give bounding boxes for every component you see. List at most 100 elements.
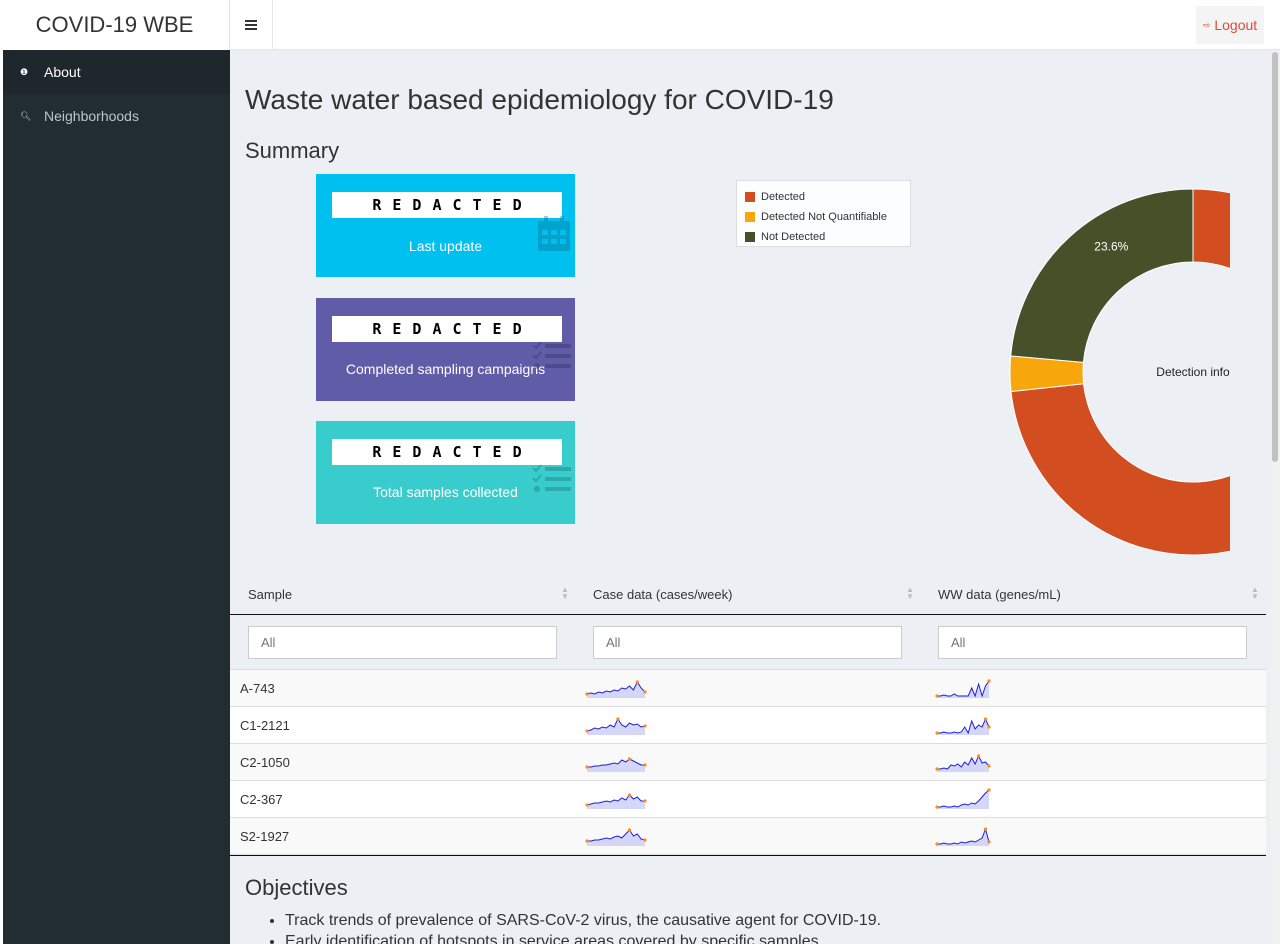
sparkline-marker xyxy=(987,840,991,844)
sparkline-marker xyxy=(627,793,632,797)
sampling-campaigns-box: REDACTED Completed sampling campaigns xyxy=(316,298,575,401)
ww-data-sparkline xyxy=(935,788,991,809)
sample-name: S2-1927 xyxy=(240,829,290,844)
sparkline-marker xyxy=(643,838,647,842)
calendar-icon xyxy=(538,216,570,251)
legend-swatch xyxy=(745,232,755,242)
last-update-value: REDACTED xyxy=(332,192,562,218)
search-icon: 🔍︎ xyxy=(20,110,32,121)
case-data-sparkline xyxy=(585,680,647,698)
sparkline-area xyxy=(587,719,645,735)
info-icon: ❶ xyxy=(20,66,29,77)
legend-item[interactable]: Not Detected xyxy=(745,227,902,247)
sparkline-marker xyxy=(643,690,647,694)
table-row[interactable]: S2-1927 xyxy=(230,818,1266,855)
logout-label: Logout xyxy=(1214,17,1258,33)
sparkline-marker xyxy=(635,680,639,684)
column-header-case-data[interactable]: Case data (cases/week) xyxy=(593,587,732,602)
sparkline-marker xyxy=(643,763,647,767)
last-update-box: REDACTED Last update xyxy=(316,174,575,277)
case-data-sparkline xyxy=(585,757,647,772)
sparkline-marker xyxy=(585,803,589,807)
sample-filter-input[interactable] xyxy=(248,626,557,659)
sparkline-marker xyxy=(935,731,939,735)
filter-row xyxy=(230,615,1266,670)
tasks-icon xyxy=(533,341,571,369)
legend-swatch xyxy=(745,212,755,222)
sample-name: C1-2121 xyxy=(240,718,290,733)
sparkline-marker xyxy=(983,827,988,831)
sparkline-marker xyxy=(977,754,981,758)
table-header: Sample ▲ ▼ Case data (cases/week) ▲ ▼ WW d… xyxy=(230,572,1266,615)
total-samples-box: REDACTED Total samples collected xyxy=(316,421,575,524)
table-body: A-743 C1-2121 C2-1050 C2-367 S2-1927 xyxy=(230,670,1266,856)
sparkline-marker xyxy=(616,717,620,721)
objectives-title: Objectives xyxy=(245,875,348,900)
column-header-ww-data[interactable]: WW data (genes/mL) xyxy=(938,587,1061,602)
sparkline-marker xyxy=(627,828,632,832)
legend-label: Detected Not Quantifiable xyxy=(761,211,887,223)
sign-out-icon: ⇨ xyxy=(1202,19,1211,30)
sample-name: C2-367 xyxy=(240,792,283,807)
logout-button[interactable]: ⇨ Logout xyxy=(1196,6,1264,44)
table-row[interactable]: C1-2121 xyxy=(230,707,1266,744)
samples-table: Sample ▲ ▼ Case data (cases/week) ▲ ▼ WW d… xyxy=(230,572,1266,856)
sort-icon[interactable]: ▲ ▼ xyxy=(906,586,914,601)
summary-title: Summary xyxy=(245,138,340,163)
table-row[interactable]: C2-367 xyxy=(230,781,1266,818)
table-row[interactable]: A-743 xyxy=(230,670,1266,707)
sparkline-marker xyxy=(935,767,939,771)
column-header-sample[interactable]: Sample xyxy=(248,587,292,602)
case-data-filter-input[interactable] xyxy=(593,626,902,659)
sparkline-marker xyxy=(627,757,632,761)
sparkline-marker xyxy=(643,724,647,728)
ww-data-sparkline xyxy=(935,717,991,735)
sparkline-marker xyxy=(643,799,647,803)
sample-name: C2-1050 xyxy=(240,755,290,770)
sparkline-area xyxy=(587,830,645,846)
sparkline-marker xyxy=(987,764,991,768)
legend-item[interactable]: Detected Not Quantifiable xyxy=(745,207,902,227)
case-data-sparkline xyxy=(585,717,647,735)
legend-label: Not Detected xyxy=(761,231,826,243)
slice-label: 23.6% xyxy=(1094,239,1128,253)
sparkline-marker xyxy=(987,725,991,729)
sidebar-item-label: About xyxy=(44,64,81,80)
objective-item: Early identification of hotspots in serv… xyxy=(285,933,881,944)
page-scrollbar[interactable] xyxy=(1270,50,1280,944)
sparkline-marker xyxy=(935,805,939,809)
objectives-list: Track trends of prevalence of SARS-CoV-2… xyxy=(285,912,881,944)
sparkline-marker xyxy=(585,692,589,696)
sidebar-item-label: Neighborhoods xyxy=(44,108,139,124)
donut-slice[interactable] xyxy=(1010,188,1194,363)
hamburger-icon xyxy=(245,20,257,30)
detection-donut-chart: 73.3%23.6%Detection info Detected Detect… xyxy=(730,172,1270,562)
ww-data-sparkline xyxy=(935,827,991,846)
app-logo[interactable]: COVID-19 WBE xyxy=(0,0,230,50)
ww-data-sparkline xyxy=(935,754,991,772)
legend-swatch xyxy=(745,192,755,202)
donut-center-label: Detection info xyxy=(1156,365,1230,379)
sparkline-marker xyxy=(585,765,589,769)
ww-data-filter-input[interactable] xyxy=(938,626,1247,659)
case-data-sparkline xyxy=(585,828,647,846)
sidebar-toggle-button[interactable] xyxy=(230,0,273,50)
objective-item: Track trends of prevalence of SARS-CoV-2… xyxy=(285,912,881,930)
total-samples-value: REDACTED xyxy=(332,439,562,465)
sidebar: ❶ About 🔍︎ Neighborhoods xyxy=(0,50,230,944)
sparkline-marker xyxy=(987,679,991,683)
page-title: Waste water based epidemiology for COVID… xyxy=(245,84,834,115)
sample-name: A-743 xyxy=(240,681,275,696)
sort-icon[interactable]: ▲ ▼ xyxy=(1251,586,1259,601)
legend-item[interactable]: Detected xyxy=(745,187,902,207)
legend-label: Detected xyxy=(761,191,806,203)
scrollbar-thumb[interactable] xyxy=(1272,52,1278,462)
case-data-sparkline xyxy=(585,793,647,809)
sparkline-line xyxy=(937,680,990,698)
main-content: Waste water based epidemiology for COVID… xyxy=(230,50,1270,944)
sparkline-marker xyxy=(585,729,589,733)
table-row[interactable]: C2-1050 xyxy=(230,744,1266,781)
sidebar-item-neighborhoods[interactable]: 🔍︎ Neighborhoods xyxy=(3,94,230,138)
sort-icon[interactable]: ▲ ▼ xyxy=(561,586,569,601)
sidebar-item-about[interactable]: ❶ About xyxy=(3,50,230,94)
